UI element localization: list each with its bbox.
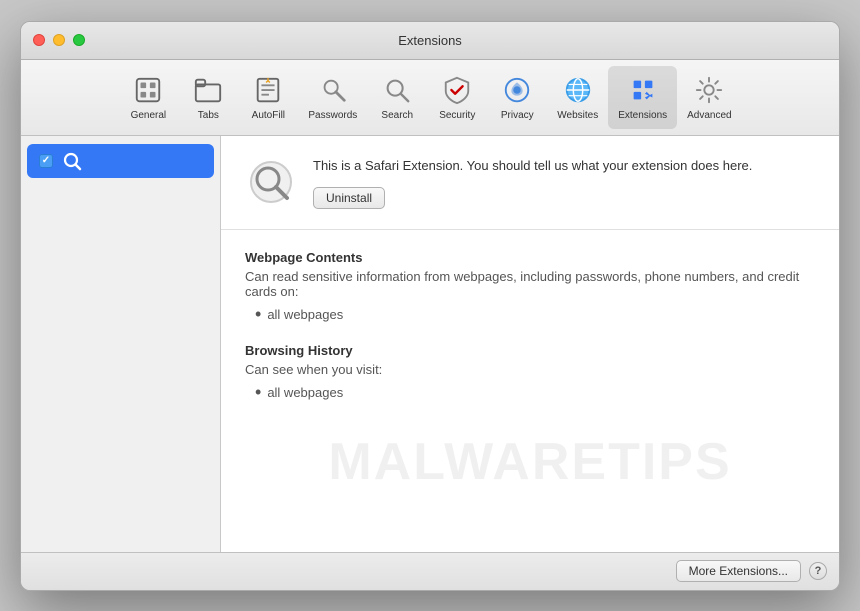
- privacy-icon: [501, 74, 533, 106]
- passwords-icon: [317, 74, 349, 106]
- websites-label: Websites: [557, 110, 598, 121]
- bullet-icon-2: •: [255, 383, 261, 401]
- bullet-icon: •: [255, 305, 261, 323]
- tabs-icon: [192, 74, 224, 106]
- websites-icon: [562, 74, 594, 106]
- security-icon: [441, 74, 473, 106]
- toolbar-item-general[interactable]: General: [118, 66, 178, 129]
- window-title: Extensions: [398, 33, 462, 48]
- tabs-label: Tabs: [198, 110, 219, 121]
- extensions-icon: [627, 74, 659, 106]
- titlebar: Extensions: [21, 22, 839, 60]
- extension-info: This is a Safari Extension. You should t…: [313, 156, 815, 210]
- uninstall-button[interactable]: Uninstall: [313, 187, 385, 209]
- advanced-icon: [693, 74, 725, 106]
- toolbar-item-extensions[interactable]: Extensions: [608, 66, 677, 129]
- security-label: Security: [439, 110, 475, 121]
- passwords-label: Passwords: [308, 110, 357, 121]
- detail-panel: This is a Safari Extension. You should t…: [221, 136, 839, 552]
- permission-item-history-0: • all webpages: [255, 383, 815, 401]
- permission-desc-webpage: Can read sensitive information from webp…: [245, 269, 815, 299]
- permission-item-webpage-0: • all webpages: [255, 305, 815, 323]
- permission-title-history: Browsing History: [245, 343, 815, 358]
- toolbar-item-search[interactable]: Search: [367, 66, 427, 129]
- toolbar-item-autofill[interactable]: AutoFill: [238, 66, 298, 129]
- toolbar-item-tabs[interactable]: Tabs: [178, 66, 238, 129]
- toolbar-item-websites[interactable]: Websites: [547, 66, 608, 129]
- more-extensions-button[interactable]: More Extensions...: [676, 560, 801, 582]
- advanced-label: Advanced: [687, 110, 731, 121]
- autofill-label: AutoFill: [252, 110, 285, 121]
- toolbar-item-security[interactable]: Security: [427, 66, 487, 129]
- toolbar: General Tabs A: [21, 60, 839, 136]
- window-controls: [33, 34, 85, 46]
- search-icon: [381, 74, 413, 106]
- toolbar-item-advanced[interactable]: Advanced: [677, 66, 741, 129]
- privacy-label: Privacy: [501, 110, 534, 121]
- permission-group-webpage: Webpage Contents Can read sensitive info…: [245, 250, 815, 323]
- extension-checkbox[interactable]: ✓: [39, 154, 53, 168]
- minimize-button[interactable]: [53, 34, 65, 46]
- main-content: ✓: [21, 136, 839, 552]
- footer: More Extensions... ?: [21, 552, 839, 590]
- sidebar-item-search-ext[interactable]: ✓: [27, 144, 214, 178]
- extension-header: This is a Safari Extension. You should t…: [221, 136, 839, 231]
- help-button[interactable]: ?: [809, 562, 827, 580]
- autofill-icon: [252, 74, 284, 106]
- extension-icon: [245, 156, 297, 208]
- permissions-section: MALWARETIPS Webpage Contents Can read se…: [221, 230, 839, 552]
- maximize-button[interactable]: [73, 34, 85, 46]
- general-label: General: [131, 110, 167, 121]
- toolbar-item-privacy[interactable]: Privacy: [487, 66, 547, 129]
- permission-item-history-label: all webpages: [267, 385, 343, 400]
- search-label: Search: [381, 110, 413, 121]
- extension-sidebar-icon: [61, 150, 83, 172]
- extensions-label: Extensions: [618, 110, 667, 121]
- permission-desc-history: Can see when you visit:: [245, 362, 815, 377]
- extension-description: This is a Safari Extension. You should t…: [313, 156, 815, 176]
- watermark: MALWARETIPS: [328, 432, 731, 492]
- checkbox-check: ✓: [42, 155, 50, 166]
- safari-preferences-window: Extensions General T: [20, 21, 840, 591]
- permission-title-webpage: Webpage Contents: [245, 250, 815, 265]
- toolbar-item-passwords[interactable]: Passwords: [298, 66, 367, 129]
- general-icon: [132, 74, 164, 106]
- close-button[interactable]: [33, 34, 45, 46]
- sidebar: ✓: [21, 136, 221, 552]
- permission-item-webpage-label: all webpages: [267, 307, 343, 322]
- permission-group-history: Browsing History Can see when you visit:…: [245, 343, 815, 401]
